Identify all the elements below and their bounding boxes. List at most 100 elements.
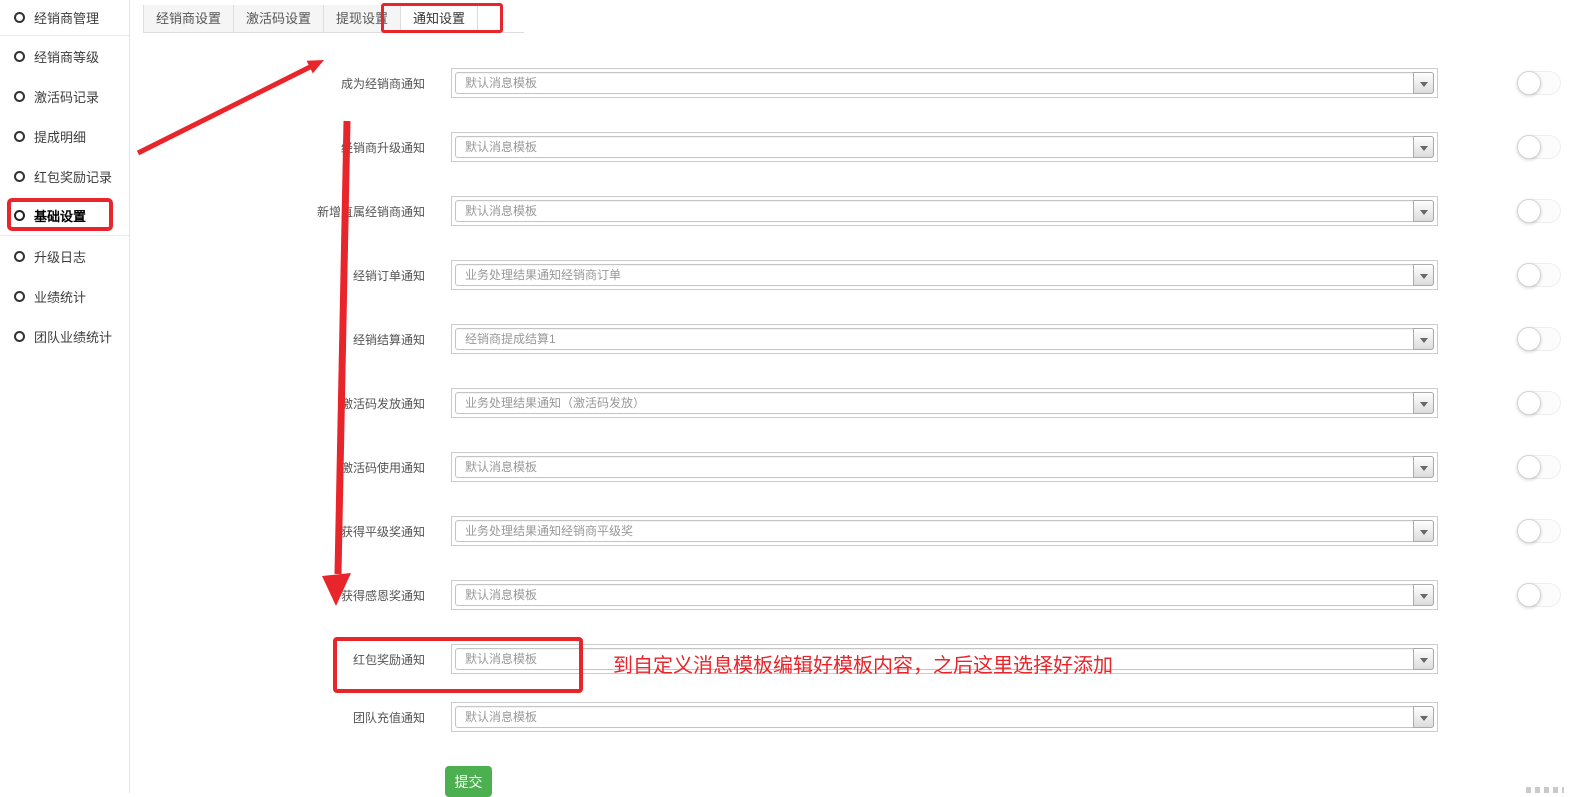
tab-dealer-settings[interactable]: 经销商设置: [143, 5, 234, 32]
form-row-dealer-order-notice: 经销订单通知业务处理结果通知经销商订单: [131, 260, 1572, 290]
template-select-activation-code-issue-notice[interactable]: 业务处理结果通知（激活码发放）: [455, 392, 1434, 414]
sidebar-item-label: 激活码记录: [34, 87, 99, 106]
form-row-new-direct-dealer-notice: 新增直属经销商通知 默认消息模板: [131, 196, 1572, 226]
dropdown-arrow-button[interactable]: [1413, 392, 1434, 414]
template-select-wrapper: 默认消息模板: [451, 580, 1438, 610]
tab-withdrawal-settings[interactable]: 提现设置: [324, 5, 401, 32]
submit-button[interactable]: 提交: [445, 766, 492, 797]
sidebar-item-label: 经销商等级: [34, 47, 99, 66]
template-select-wrapper: 默认消息模板: [451, 644, 1438, 674]
selected-template-value: 业务处理结果通知（激活码发放）: [456, 393, 1396, 413]
template-select-dealer-upgrade-notice[interactable]: 默认消息模板: [455, 136, 1434, 158]
sidebar-item-label: 提成明细: [34, 127, 86, 146]
sidebar-item-activation-code-records[interactable]: 激活码记录: [0, 76, 129, 116]
toggle-switch-activation-code-use-notice[interactable]: [1517, 455, 1561, 479]
circle-icon: [14, 331, 25, 342]
toggle-knob: [1517, 327, 1541, 351]
toggle-knob: [1517, 455, 1541, 479]
dropdown-arrow-button[interactable]: [1413, 72, 1434, 94]
sidebar-item-team-performance-stats[interactable]: 团队业绩统计: [0, 316, 129, 356]
selected-template-value: 默认消息模板: [456, 649, 1396, 669]
template-select-dealer-settlement-notice[interactable]: 经销商提成结算1: [455, 328, 1434, 350]
toggle-switch-peer-award-notice[interactable]: [1517, 519, 1561, 543]
tab-notification-settings[interactable]: 通知设置: [401, 5, 478, 33]
dropdown-arrow-button[interactable]: [1413, 264, 1434, 286]
selected-template-value: 默认消息模板: [456, 201, 1396, 221]
chevron-down-icon: [1420, 146, 1428, 151]
chevron-down-icon: [1420, 530, 1428, 535]
dropdown-arrow-button[interactable]: [1413, 328, 1434, 350]
template-select-new-direct-dealer-notice[interactable]: 默认消息模板: [455, 200, 1434, 222]
sidebar-item-upgrade-log[interactable]: 升级日志: [0, 236, 129, 276]
toggle-switch-gratitude-award-notice[interactable]: [1517, 583, 1561, 607]
sidebar-item-redpacket-reward-records[interactable]: 红包奖励记录: [0, 156, 129, 196]
template-select-wrapper: 默认消息模板: [451, 196, 1438, 226]
form-row-dealer-upgrade-notice: 经销商升级通知默认消息模板: [131, 132, 1572, 162]
selected-template-value: 默认消息模板: [456, 707, 1396, 727]
sidebar-item-label: 业绩统计: [34, 287, 86, 306]
selected-template-value: 业务处理结果通知经销商平级奖: [456, 521, 1396, 541]
chevron-down-icon: [1420, 274, 1428, 279]
sidebar-item-dealer-management[interactable]: 经销商管理: [0, 0, 129, 36]
chevron-down-icon: [1420, 594, 1428, 599]
selected-template-value: 业务处理结果通知经销商订单: [456, 265, 1396, 285]
template-select-redpacket-reward-notice[interactable]: 默认消息模板: [455, 648, 1434, 670]
chevron-down-icon: [1420, 338, 1428, 343]
dropdown-arrow-button[interactable]: [1413, 520, 1434, 542]
sidebar-item-commission-details[interactable]: 提成明细: [0, 116, 129, 156]
form-row-dealer-settlement-notice: 经销结算通知经销商提成结算1: [131, 324, 1572, 354]
sidebar-item-label: 团队业绩统计: [34, 327, 112, 346]
dropdown-arrow-button[interactable]: [1413, 456, 1434, 478]
sidebar-item-dealer-level[interactable]: 经销商等级: [0, 36, 129, 76]
circle-icon: [14, 251, 25, 262]
toggle-knob: [1517, 391, 1541, 415]
field-label: 获得感恩奖通知: [131, 587, 425, 604]
toggle-knob: [1517, 71, 1541, 95]
template-select-wrapper: 默认消息模板: [451, 452, 1438, 482]
sidebar-item-label: 基础设置: [34, 206, 86, 225]
circle-icon: [14, 291, 25, 302]
template-select-become-dealer-notice[interactable]: 默认消息模板: [455, 72, 1434, 94]
dropdown-arrow-button[interactable]: [1413, 706, 1434, 728]
toggle-knob: [1517, 263, 1541, 287]
toggle-switch-dealer-settlement-notice[interactable]: [1517, 327, 1561, 351]
dropdown-arrow-button[interactable]: [1413, 136, 1434, 158]
toggle-switch-dealer-upgrade-notice[interactable]: [1517, 135, 1561, 159]
template-select-peer-award-notice[interactable]: 业务处理结果通知经销商平级奖: [455, 520, 1434, 542]
circle-icon: [14, 51, 25, 62]
template-select-gratitude-award-notice[interactable]: 默认消息模板: [455, 584, 1434, 606]
form-row-activation-code-issue-notice: 激活码发放通知业务处理结果通知（激活码发放）: [131, 388, 1572, 418]
chevron-down-icon: [1420, 466, 1428, 471]
selected-template-value: 默认消息模板: [456, 457, 1396, 477]
sidebar: 经销商管理经销商等级激活码记录提成明细红包奖励记录基础设置升级日志业绩统计团队业…: [0, 0, 130, 793]
template-select-activation-code-use-notice[interactable]: 默认消息模板: [455, 456, 1434, 478]
circle-icon: [14, 131, 25, 142]
toggle-switch-activation-code-issue-notice[interactable]: [1517, 391, 1561, 415]
toggle-knob: [1517, 583, 1541, 607]
dropdown-arrow-button[interactable]: [1413, 584, 1434, 606]
tab-activation-code-settings[interactable]: 激活码设置: [234, 5, 324, 32]
template-select-wrapper: 经销商提成结算1: [451, 324, 1438, 354]
toggle-switch-dealer-order-notice[interactable]: [1517, 263, 1561, 287]
sidebar-item-label: 红包奖励记录: [34, 167, 112, 186]
template-select-dealer-order-notice[interactable]: 业务处理结果通知经销商订单: [455, 264, 1434, 286]
chevron-down-icon: [1420, 658, 1428, 663]
dropdown-arrow-button[interactable]: [1413, 648, 1434, 670]
template-select-team-recharge-notice[interactable]: 默认消息模板: [455, 706, 1434, 728]
field-label: 新增直属经销商通知: [131, 203, 425, 220]
selected-template-value: 默认消息模板: [456, 137, 1396, 157]
selected-template-value: 经销商提成结算1: [456, 329, 1396, 349]
field-label: 获得平级奖通知: [131, 523, 425, 540]
chevron-down-icon: [1420, 402, 1428, 407]
chevron-down-icon: [1420, 82, 1428, 87]
main-content: 经销商设置激活码设置提现设置通知设置 成为经销商通知默认消息模板经销商升级通知默…: [131, 0, 1572, 797]
selected-template-value: 默认消息模板: [456, 585, 1396, 605]
toggle-switch-new-direct-dealer-notice[interactable]: [1517, 199, 1561, 223]
sidebar-item-label: 升级日志: [34, 247, 86, 266]
circle-icon: [14, 210, 25, 221]
dropdown-arrow-button[interactable]: [1413, 200, 1434, 222]
toggle-knob: [1517, 199, 1541, 223]
toggle-switch-become-dealer-notice[interactable]: [1517, 71, 1561, 95]
sidebar-item-performance-stats[interactable]: 业绩统计: [0, 276, 129, 316]
sidebar-item-basic-settings[interactable]: 基础设置: [0, 196, 129, 236]
